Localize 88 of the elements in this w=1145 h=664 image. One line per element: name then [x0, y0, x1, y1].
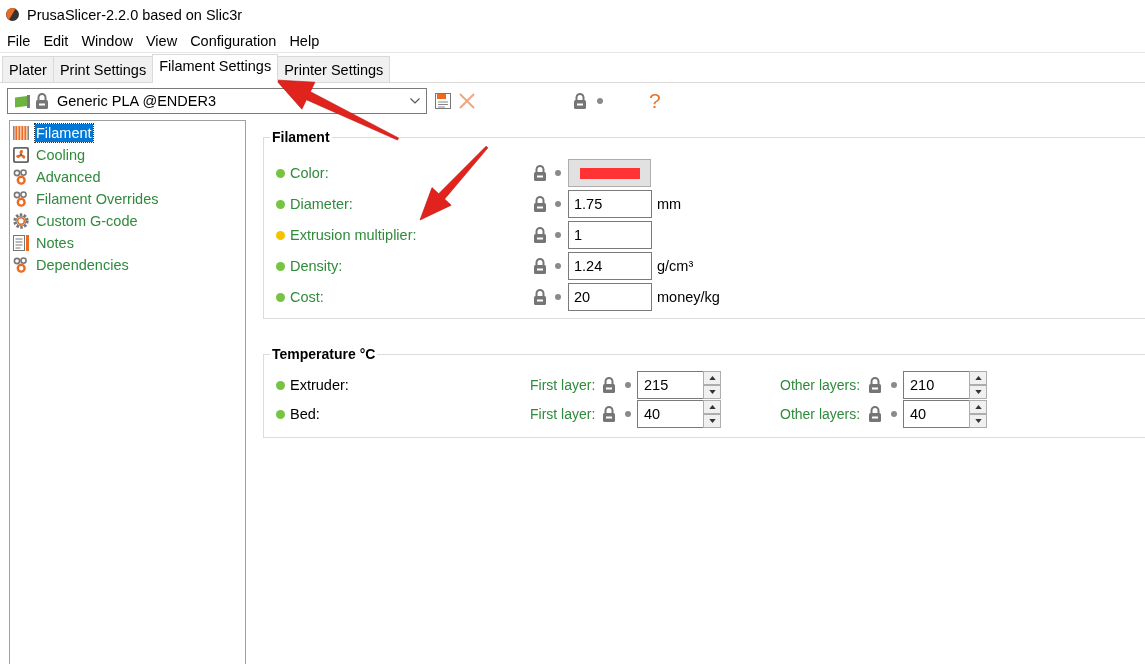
notes-icon	[13, 235, 29, 251]
group-title: Temperature °C	[271, 346, 377, 362]
lock-icon	[35, 93, 49, 109]
color-picker-button[interactable]	[568, 159, 651, 187]
dot-icon	[555, 294, 561, 300]
gears-icon	[13, 191, 29, 207]
option-label: Extrusion multiplier:	[290, 227, 417, 243]
sidebar-item[interactable]: Notes	[13, 232, 245, 254]
sidebar-item[interactable]: Advanced	[13, 166, 245, 188]
gear-icon	[13, 213, 29, 229]
tab[interactable]: Print Settings	[52, 56, 154, 82]
preset-dropdown[interactable]: Generic PLA @ENDER3	[7, 88, 427, 114]
input-field[interactable]: 1.75	[568, 190, 652, 218]
unit-label: g/cm³	[657, 258, 694, 274]
option-label: Extruder:	[290, 377, 349, 393]
chevron-down-icon	[410, 98, 420, 104]
save-icon[interactable]	[435, 93, 451, 109]
flag-icon	[15, 94, 30, 108]
lock-icon[interactable]	[533, 196, 547, 212]
spin-up-button[interactable]	[969, 400, 987, 414]
dot-icon	[625, 382, 631, 388]
tab[interactable]: Plater	[2, 56, 54, 82]
lock-icon[interactable]	[868, 406, 882, 422]
lock-icon[interactable]	[533, 289, 547, 305]
sidebar-item[interactable]: Cooling	[13, 144, 245, 166]
triangle-up-icon	[708, 376, 716, 380]
menu-item[interactable]: Edit	[37, 32, 75, 49]
dot-icon	[555, 232, 561, 238]
menu-item[interactable]: Help	[283, 32, 326, 49]
lock-icon[interactable]	[602, 406, 616, 422]
lock-icon[interactable]	[533, 165, 547, 181]
option-label: Cost:	[290, 289, 324, 305]
triangle-down-icon	[708, 419, 716, 423]
lock-icon[interactable]	[602, 377, 616, 393]
option-label: Bed:	[290, 406, 320, 422]
menu-item[interactable]: Window	[75, 32, 139, 49]
fan-icon	[13, 147, 29, 163]
spin-up-button[interactable]	[703, 371, 721, 385]
lock-icon[interactable]	[533, 227, 547, 243]
dot-icon	[555, 263, 561, 269]
spin-down-button[interactable]	[969, 414, 987, 428]
triangle-up-icon	[974, 405, 982, 409]
unit-label: mm	[657, 196, 682, 212]
spin-down-button[interactable]	[969, 385, 987, 399]
spool-icon	[13, 125, 29, 141]
group-title: Filament	[271, 129, 331, 145]
dot-icon	[891, 382, 897, 388]
dot-icon	[625, 411, 631, 417]
window-title: PrusaSlicer-2.2.0 based on Slic3r	[27, 6, 243, 23]
lock-icon[interactable]	[868, 377, 882, 393]
triangle-up-icon	[708, 405, 716, 409]
option-label: First layer:	[530, 377, 596, 393]
sidebar-item[interactable]: Custom G-code	[13, 210, 245, 232]
option-label: Other layers:	[780, 377, 861, 393]
lock-icon[interactable]	[573, 93, 587, 109]
menu-item[interactable]: File	[1, 32, 37, 49]
triangle-down-icon	[974, 390, 982, 394]
gears-icon	[13, 169, 29, 185]
option-label: First layer:	[530, 406, 596, 422]
triangle-down-icon	[708, 390, 716, 394]
dot-icon	[891, 411, 897, 417]
dot-icon	[597, 98, 603, 104]
sidebar-item[interactable]: Dependencies	[13, 254, 245, 276]
input-field[interactable]: 1	[568, 221, 652, 249]
spin-up-button[interactable]	[969, 371, 987, 385]
dot-icon	[555, 170, 561, 176]
option-label: Other layers:	[780, 406, 861, 422]
tab[interactable]: Printer Settings	[277, 56, 391, 82]
unit-label: money/kg	[657, 289, 720, 305]
lock-icon[interactable]	[533, 258, 547, 274]
gears-icon	[13, 257, 29, 273]
app-logo-icon	[6, 8, 19, 21]
spin-down-button[interactable]	[703, 385, 721, 399]
option-label: Diameter:	[290, 196, 353, 212]
sidebar-item[interactable]: Filament Overrides	[13, 188, 245, 210]
menu-item[interactable]: View	[139, 32, 184, 49]
triangle-down-icon	[974, 419, 982, 423]
spin-down-button[interactable]	[703, 414, 721, 428]
menu-item[interactable]: Configuration	[184, 32, 283, 49]
option-label: Density:	[290, 258, 343, 274]
triangle-up-icon	[974, 376, 982, 380]
spin-up-button[interactable]	[703, 400, 721, 414]
dot-icon	[555, 201, 561, 207]
sidebar-item[interactable]: Filament	[13, 122, 245, 144]
tab[interactable]: Filament Settings	[152, 54, 279, 83]
input-field[interactable]: 20	[568, 283, 652, 311]
option-label: Color:	[290, 165, 329, 181]
input-field[interactable]: 1.24	[568, 252, 652, 280]
